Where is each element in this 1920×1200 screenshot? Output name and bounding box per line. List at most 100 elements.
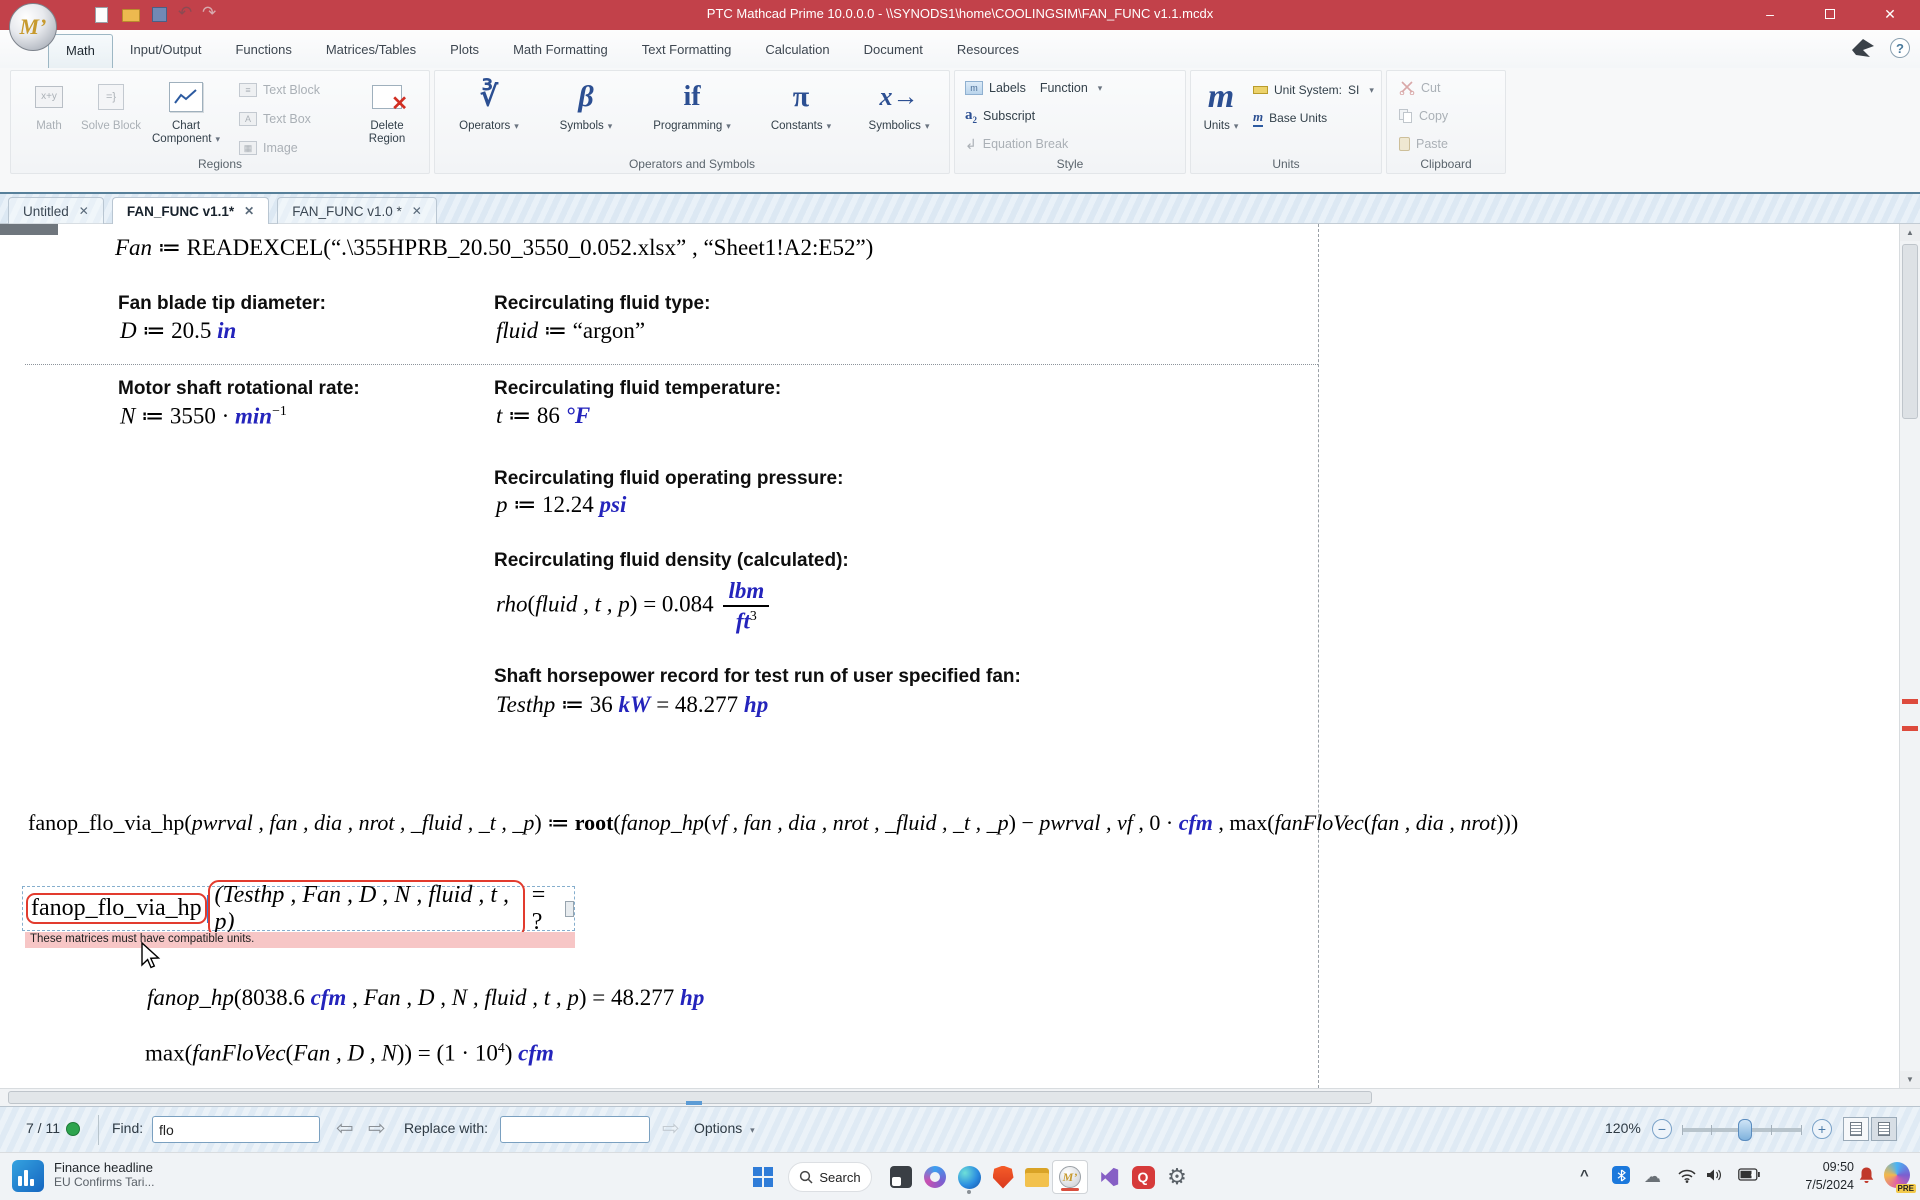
delete-region-button[interactable]: ✕ Delete Region: [355, 77, 419, 146]
text-region[interactable]: Shaft horsepower record for test run of …: [494, 666, 1021, 688]
redo-icon[interactable]: ↷: [202, 4, 216, 21]
text-region[interactable]: Fan blade tip diameter:: [118, 293, 326, 315]
error-function-name[interactable]: fanop_flo_via_hp: [26, 893, 207, 924]
document-tab[interactable]: FAN_FUNC v1.0 *✕: [277, 197, 437, 224]
unit-system-selector[interactable]: Unit System: SI ▾: [1253, 79, 1374, 101]
math-region[interactable]: p ≔ 12.24 psi: [496, 492, 626, 518]
ribbon-tab-functions[interactable]: Functions: [218, 34, 308, 68]
copilot-button[interactable]: PRE: [1884, 1162, 1912, 1190]
base-units-button[interactable]: m Base Units: [1253, 107, 1327, 129]
math-region[interactable]: D ≔ 20.5 in: [120, 318, 236, 344]
undo-icon[interactable]: ↶: [178, 4, 192, 21]
ribbon-tab-document[interactable]: Document: [847, 34, 940, 68]
math-region[interactable]: max(fanFloVec(Fan , D , N)) = (1 · 104) …: [145, 1040, 554, 1067]
edge-browser-button[interactable]: [952, 1160, 986, 1194]
tab-close-icon[interactable]: ✕: [244, 204, 254, 218]
symbols-button[interactable]: β Symbols▾: [543, 77, 629, 133]
onedrive-cloud-icon[interactable]: ☁: [1644, 1167, 1661, 1187]
math-region[interactable]: N ≔ 3550 · min−1: [120, 403, 287, 430]
mathcad-app-menu-button[interactable]: M’: [9, 3, 57, 51]
unit-placeholder-box[interactable]: [565, 901, 574, 917]
close-button[interactable]: ✕: [1862, 0, 1918, 28]
operators-button[interactable]: ∛ Operators▾: [443, 77, 535, 133]
ribbon-tab-calculation[interactable]: Calculation: [748, 34, 846, 68]
file-explorer-button[interactable]: [1020, 1160, 1054, 1194]
zoom-slider[interactable]: [1682, 1128, 1802, 1132]
bluetooth-icon[interactable]: [1612, 1166, 1630, 1184]
scroll-up-icon[interactable]: ▲: [1900, 224, 1920, 241]
task-view-button[interactable]: [884, 1160, 918, 1194]
worksheet[interactable]: [0, 224, 1899, 1088]
ribbon-tab-input-output[interactable]: Input/Output: [113, 34, 219, 68]
math-region[interactable]: fanop_flo_via_hp(pwrval , fan , dia , nr…: [28, 810, 1518, 836]
text-region[interactable]: Recirculating fluid type:: [494, 293, 710, 315]
q-app-button[interactable]: Q: [1126, 1160, 1160, 1194]
brave-browser-button[interactable]: [986, 1160, 1020, 1194]
chart-component-button[interactable]: Chart Component▾: [143, 77, 229, 146]
error-function-args[interactable]: (Testhp , Fan , D , N , fluid , t , p): [208, 880, 525, 938]
draft-view-button[interactable]: [1871, 1117, 1897, 1141]
math-region[interactable]: rho(fluid , t , p) = 0.084 lbmft3: [496, 578, 769, 635]
symbolics-button[interactable]: x→ Symbolics▾: [853, 77, 945, 133]
ribbon-tab-resources[interactable]: Resources: [940, 34, 1036, 68]
replace-input[interactable]: [500, 1116, 650, 1143]
ribbon-tab-plots[interactable]: Plots: [433, 34, 496, 68]
zoom-slider-thumb[interactable]: [1738, 1119, 1752, 1141]
math-region[interactable]: fanop_hp(8038.6 cfm , Fan , D , N , flui…: [147, 985, 704, 1011]
search-box[interactable]: Search: [788, 1162, 872, 1192]
settings-button[interactable]: ⚙: [1160, 1160, 1194, 1194]
units-button[interactable]: m Units▾: [1193, 77, 1249, 133]
restore-button[interactable]: [1802, 0, 1858, 28]
clock[interactable]: 09:50 7/5/2024: [1778, 1159, 1854, 1194]
widgets-button[interactable]: Finance headline EU Confirms Tari...: [12, 1160, 154, 1192]
mathcad-taskbar-button[interactable]: M’: [1052, 1160, 1088, 1194]
find-input[interactable]: [152, 1116, 320, 1143]
document-tab[interactable]: Untitled✕: [8, 197, 104, 224]
scroll-down-icon[interactable]: ▼: [1900, 1071, 1920, 1088]
vertical-scroll-thumb[interactable]: [1902, 244, 1918, 419]
selected-math-region[interactable]: fanop_flo_via_hp (Testhp , Fan , D , N ,…: [22, 886, 575, 931]
zoom-in-button[interactable]: +: [1812, 1119, 1832, 1139]
find-next-button[interactable]: ⇨: [368, 1116, 386, 1141]
loop-app-button[interactable]: [918, 1160, 952, 1194]
subscript-button[interactable]: a2 Subscript: [965, 105, 1035, 127]
horizontal-scrollbar[interactable]: [0, 1088, 1920, 1106]
open-file-icon[interactable]: [122, 9, 140, 22]
tab-close-icon[interactable]: ✕: [412, 204, 422, 218]
minimize-button[interactable]: –: [1742, 0, 1798, 28]
speaker-icon[interactable]: [1706, 1168, 1722, 1186]
ribbon-tab-matrices-tables[interactable]: Matrices/Tables: [309, 34, 433, 68]
ribbon-tab-text-formatting[interactable]: Text Formatting: [625, 34, 749, 68]
save-icon[interactable]: [152, 7, 167, 22]
math-region[interactable]: Fan ≔ READEXCEL(“.\355HPRB_20.50_3550_0.…: [115, 235, 873, 261]
visual-studio-button[interactable]: [1092, 1160, 1126, 1194]
wifi-icon[interactable]: [1678, 1169, 1696, 1187]
constants-button[interactable]: π Constants▾: [753, 77, 849, 133]
math-region[interactable]: Testhp ≔ 36 kW = 48.277 hp: [496, 692, 768, 718]
math-region[interactable]: fluid ≔ “argon”: [496, 318, 645, 344]
options-button[interactable]: Options ▾: [694, 1120, 755, 1136]
tray-overflow-chevron-icon[interactable]: ^: [1580, 1167, 1589, 1184]
page-view-button[interactable]: [1843, 1117, 1869, 1141]
zoom-out-button[interactable]: −: [1652, 1119, 1672, 1139]
battery-icon[interactable]: [1738, 1168, 1760, 1185]
math-region[interactable]: t ≔ 86 °F: [496, 403, 590, 429]
label-style-value[interactable]: Function: [1040, 81, 1088, 95]
ribbon-tab-math[interactable]: Math: [48, 34, 113, 68]
programming-button[interactable]: if Programming▾: [637, 77, 747, 133]
new-file-icon[interactable]: [95, 7, 108, 23]
labels-button[interactable]: m Labels Function ▾: [965, 77, 1102, 99]
text-region[interactable]: Recirculating fluid temperature:: [494, 378, 781, 400]
find-previous-button[interactable]: ⇦: [336, 1116, 354, 1141]
replace-button[interactable]: ⇨: [662, 1116, 680, 1141]
vertical-scrollbar[interactable]: ▲ ▼: [1899, 224, 1920, 1088]
text-region[interactable]: Motor shaft rotational rate:: [118, 378, 360, 400]
document-tab[interactable]: FAN_FUNC v1.1*✕: [112, 197, 269, 224]
tab-close-icon[interactable]: ✕: [79, 204, 89, 218]
start-button[interactable]: [746, 1160, 780, 1194]
notification-bell-icon[interactable]: [1858, 1166, 1875, 1189]
help-icon[interactable]: ?: [1890, 38, 1910, 58]
text-region[interactable]: Recirculating fluid density (calculated)…: [494, 550, 849, 572]
ribbon-tab-math-formatting[interactable]: Math Formatting: [496, 34, 625, 68]
text-region[interactable]: Recirculating fluid operating pressure:: [494, 468, 843, 490]
